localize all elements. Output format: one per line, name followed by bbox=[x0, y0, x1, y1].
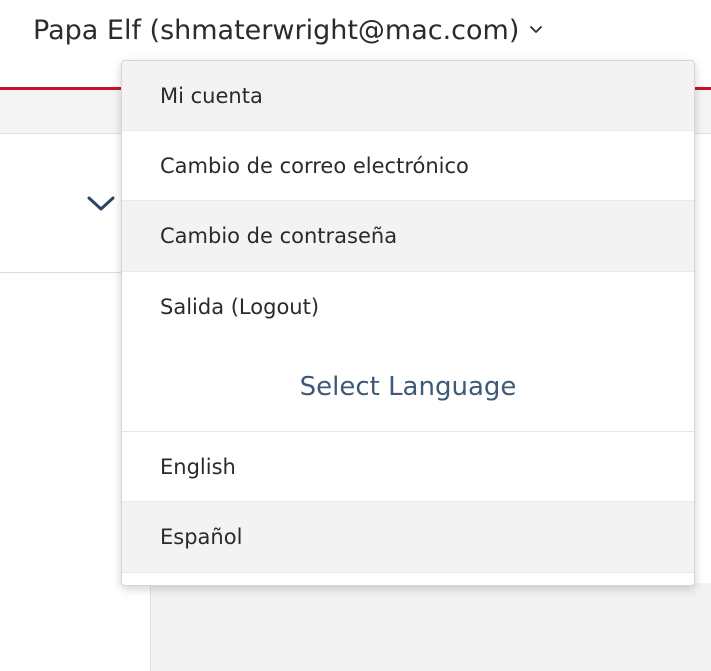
menu-item-logout[interactable]: Salida (Logout) bbox=[122, 272, 694, 342]
user-menu-trigger[interactable]: Papa Elf (shmaterwright@mac.com) bbox=[33, 8, 543, 52]
user-dropdown-menu: Mi cuenta Cambio de correo electrónico C… bbox=[121, 60, 695, 586]
chevron-down-icon bbox=[530, 26, 543, 33]
language-option-spanish[interactable]: Español bbox=[122, 502, 694, 573]
page: Papa Elf (shmaterwright@mac.com) Mi cuen… bbox=[0, 0, 711, 671]
menu-item-my-account[interactable]: Mi cuenta bbox=[122, 61, 694, 131]
content-panel bbox=[150, 583, 711, 671]
menu-item-change-password[interactable]: Cambio de contraseña bbox=[122, 201, 694, 272]
chevron-down-icon[interactable] bbox=[86, 194, 116, 214]
menu-item-change-email[interactable]: Cambio de correo electrónico bbox=[122, 131, 694, 201]
select-language-heading: Select Language bbox=[122, 342, 694, 432]
content-divider bbox=[0, 272, 130, 273]
language-option-english[interactable]: English bbox=[122, 432, 694, 502]
user-menu-label: Papa Elf (shmaterwright@mac.com) bbox=[33, 14, 520, 46]
